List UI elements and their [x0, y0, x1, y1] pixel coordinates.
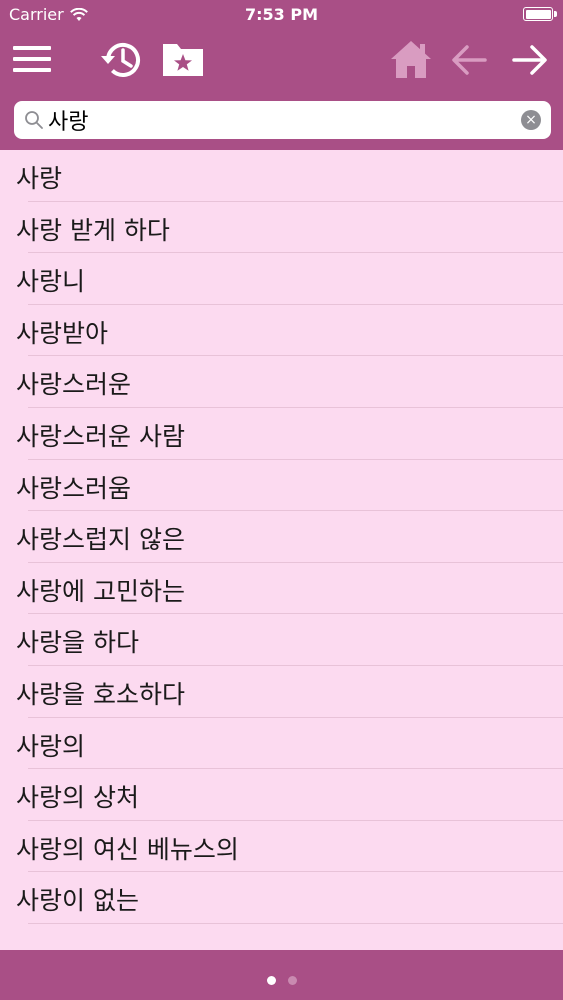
list-item[interactable]: 사랑니 — [0, 253, 563, 305]
list-item-label: 사랑스러운 — [16, 370, 132, 400]
list-item-label: 사랑스러움 — [16, 473, 132, 503]
status-bar: Carrier 7:53 PM — [0, 0, 563, 30]
home-button[interactable] — [389, 38, 433, 82]
list-item[interactable]: 사랑스럽지 않은 — [0, 511, 563, 563]
status-time: 7:53 PM — [244, 5, 318, 24]
battery-icon — [523, 7, 557, 21]
top-navigation-bar: Carrier 7:53 PM 사랑 × — [0, 0, 563, 150]
page-indicator[interactable] — [0, 970, 563, 989]
list-item[interactable]: 사랑이 없는 — [0, 872, 563, 924]
list-item[interactable]: 사랑을 호소하다 — [0, 666, 563, 718]
favorites-button[interactable] — [161, 38, 205, 82]
page-dot[interactable] — [287, 976, 297, 985]
arrow-left-icon — [452, 45, 487, 75]
list-item[interactable]: 사랑을 하다 — [0, 614, 563, 666]
arrow-right-icon — [512, 45, 547, 75]
list-item[interactable]: 사랑스러움 — [0, 460, 563, 512]
list-item[interactable]: 사랑 받게 하다 — [0, 202, 563, 254]
hamburger-menu-icon — [13, 46, 51, 72]
list-item-label: 사랑의 여신 베뉴스의 — [16, 834, 239, 864]
list-item[interactable]: 사랑스러운 — [0, 356, 563, 408]
results-list: 사랑사랑 받게 하다사랑니사랑받아사랑스러운사랑스러운 사람사랑스러움사랑스럽지… — [0, 150, 563, 924]
history-icon — [101, 43, 140, 77]
search-input[interactable] — [48, 103, 518, 137]
back-button[interactable] — [449, 38, 493, 82]
page-dot[interactable] — [266, 976, 276, 985]
forward-button[interactable] — [508, 38, 552, 82]
bottom-bar — [0, 950, 563, 1000]
list-item[interactable]: 사랑의 여신 베뉴스의 — [0, 821, 563, 873]
list-item[interactable]: 사랑받아 — [0, 305, 563, 357]
list-item-label: 사랑에 고민하는 — [16, 576, 185, 606]
history-button[interactable] — [100, 38, 144, 82]
search-box[interactable]: × — [14, 101, 551, 139]
list-item-label: 사랑스러운 사람 — [16, 421, 185, 451]
list-item[interactable]: 사랑의 — [0, 718, 563, 770]
list-item-label: 사랑니 — [16, 267, 86, 297]
list-item-label: 사랑 받게 하다 — [16, 215, 170, 245]
list-item[interactable]: 사랑에 고민하는 — [0, 563, 563, 615]
favorites-folder-icon — [163, 44, 203, 76]
list-item-label: 사랑의 — [16, 731, 86, 761]
list-item-label: 사랑이 없는 — [16, 886, 139, 916]
home-icon — [391, 41, 431, 78]
list-item[interactable]: 사랑스러운 사람 — [0, 408, 563, 460]
menu-button[interactable] — [11, 38, 55, 82]
list-item-label: 사랑을 하다 — [16, 628, 139, 658]
list-item[interactable]: 사랑의 상처 — [0, 769, 563, 821]
list-item-label: 사랑의 상처 — [16, 783, 139, 813]
search-icon — [25, 111, 43, 129]
list-item-label: 사랑스럽지 않은 — [16, 525, 185, 555]
list-item-label: 사랑받아 — [16, 318, 109, 348]
list-item[interactable]: 사랑 — [0, 150, 563, 202]
list-item-label: 사랑 — [16, 164, 63, 193]
clear-search-icon[interactable]: × — [521, 110, 541, 130]
list-item-label: 사랑을 호소하다 — [16, 679, 185, 709]
